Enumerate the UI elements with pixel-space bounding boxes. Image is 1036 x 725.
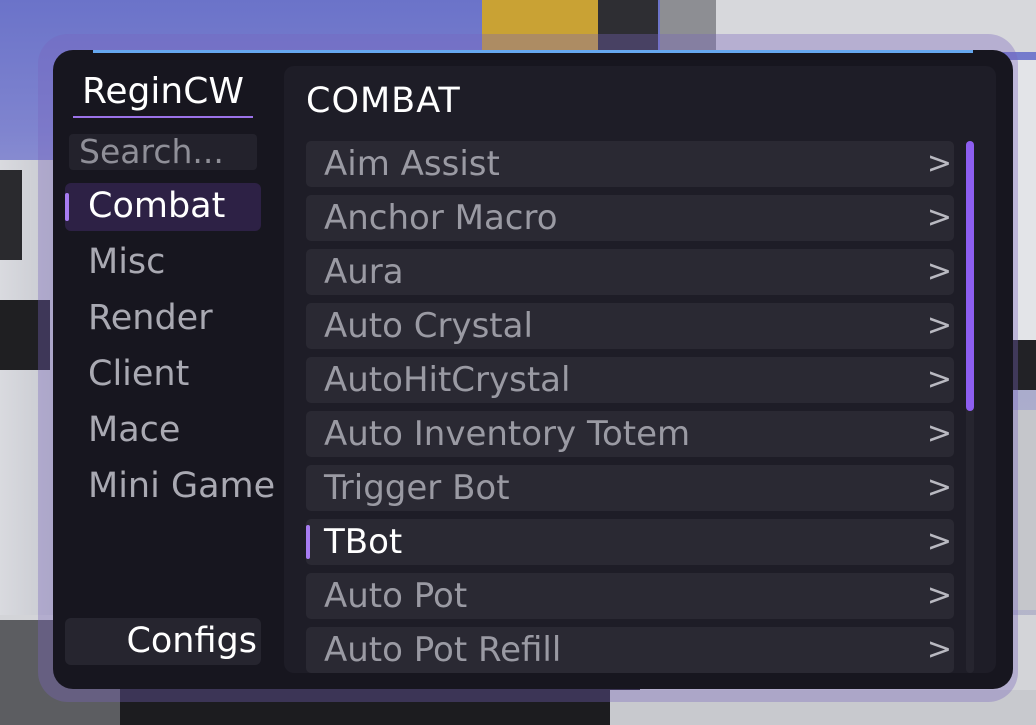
module-name: Auto Pot <box>324 576 468 616</box>
sidebar-item-mini-game[interactable]: Mini Game <box>65 463 275 511</box>
search-input[interactable] <box>69 134 257 170</box>
module-row[interactable]: Auto Pot Refill > <box>306 627 954 673</box>
background-block <box>0 170 22 260</box>
expand-arrow-icon[interactable]: > <box>927 303 952 349</box>
expand-arrow-icon[interactable]: > <box>927 411 952 457</box>
module-name: Aim Assist <box>324 144 500 184</box>
expand-arrow-icon[interactable]: > <box>927 573 952 619</box>
expand-arrow-icon[interactable]: > <box>927 357 952 403</box>
sidebar-item-mace[interactable]: Mace <box>65 407 261 455</box>
module-row[interactable]: Aura > <box>306 249 954 295</box>
expand-arrow-icon[interactable]: > <box>927 627 952 673</box>
module-row[interactable]: Auto Inventory Totem > <box>306 411 954 457</box>
module-name: Aura <box>324 252 404 292</box>
configs-button[interactable]: Configs <box>65 618 261 665</box>
clickgui-window: ReginCW Combat Misc Render Client Mace M… <box>53 50 1013 689</box>
sidebar-item-combat[interactable]: Combat <box>65 183 261 231</box>
page-title: COMBAT <box>306 81 461 121</box>
module-name: Trigger Bot <box>324 468 510 508</box>
expand-arrow-icon[interactable]: > <box>927 519 952 565</box>
expand-arrow-icon[interactable]: > <box>927 465 952 511</box>
module-name: Auto Pot Refill <box>324 630 562 670</box>
expand-arrow-icon[interactable]: > <box>927 195 952 241</box>
sidebar-item-render[interactable]: Render <box>65 295 261 343</box>
module-panel: COMBAT Aim Assist > Anchor Macro > Aura … <box>284 66 996 673</box>
module-row[interactable]: Auto Crystal > <box>306 303 954 349</box>
module-name: Anchor Macro <box>324 198 558 238</box>
module-row[interactable]: AutoHitCrystal > <box>306 357 954 403</box>
module-name: Auto Inventory Totem <box>324 414 691 454</box>
module-row[interactable]: Auto Pot > <box>306 573 954 619</box>
scrollbar-track[interactable] <box>966 141 974 673</box>
expand-arrow-icon[interactable]: > <box>927 141 952 187</box>
scrollbar-thumb[interactable] <box>966 141 974 411</box>
sidebar: ReginCW Combat Misc Render Client Mace M… <box>53 50 275 689</box>
sidebar-item-client[interactable]: Client <box>65 351 261 399</box>
game-scene: ReginCW Combat Misc Render Client Mace M… <box>0 0 1036 725</box>
module-row-enabled[interactable]: TBot > <box>306 519 954 565</box>
expand-arrow-icon[interactable]: > <box>927 249 952 295</box>
module-list: Aim Assist > Anchor Macro > Aura > Auto … <box>306 141 954 673</box>
module-name: AutoHitCrystal <box>324 360 571 400</box>
brand-title: ReginCW <box>73 70 253 118</box>
module-row[interactable]: Trigger Bot > <box>306 465 954 511</box>
module-name: TBot <box>324 522 403 562</box>
sidebar-item-misc[interactable]: Misc <box>65 239 261 287</box>
module-row[interactable]: Aim Assist > <box>306 141 954 187</box>
module-row[interactable]: Anchor Macro > <box>306 195 954 241</box>
module-name: Auto Crystal <box>324 306 533 346</box>
